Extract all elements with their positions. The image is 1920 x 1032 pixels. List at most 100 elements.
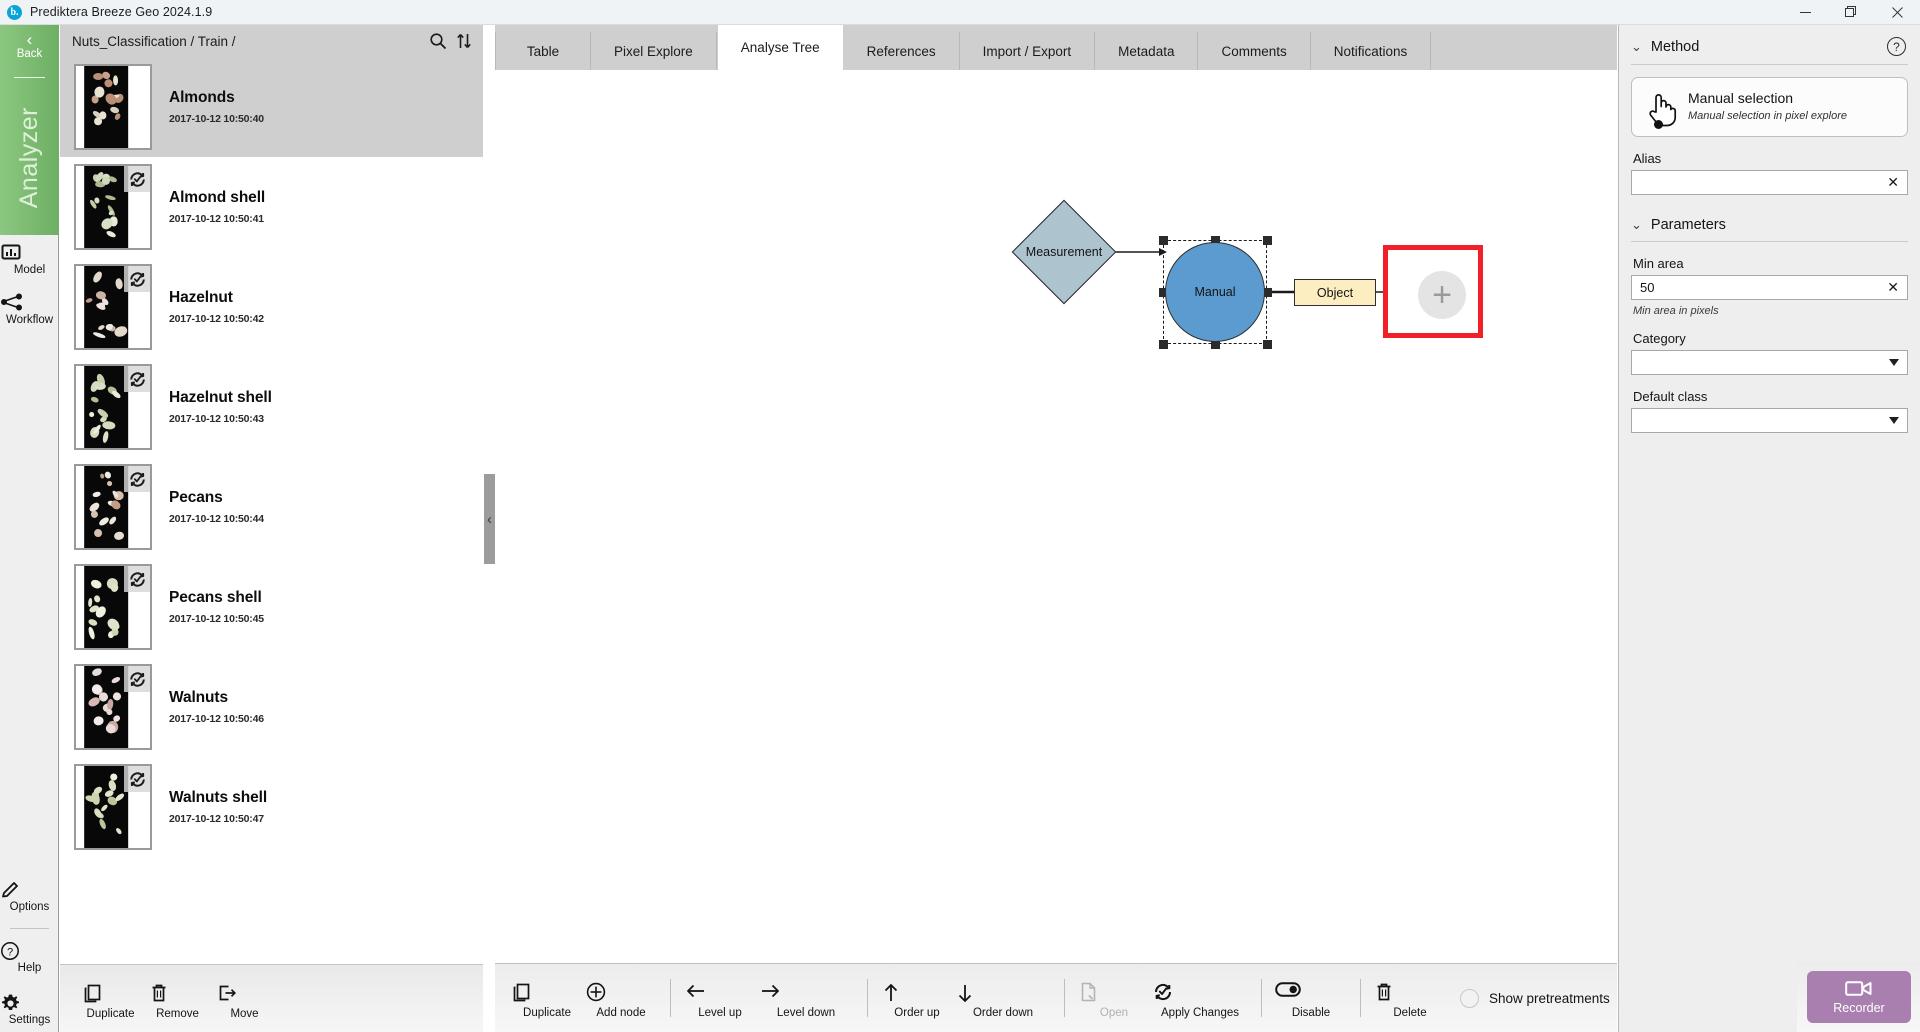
breadcrumb[interactable]: Nuts_Classification / Train / [72, 34, 236, 49]
module-name-text: Analyzer [15, 107, 43, 209]
tab-table[interactable]: Table [495, 32, 591, 70]
order-up-button[interactable]: Order up [881, 977, 953, 1019]
main-content: Table Pixel Explore Analyse Tree References… [495, 25, 1617, 1032]
list-item[interactable]: Walnuts shell 2017-10-12 10:50:47 [60, 757, 483, 857]
level-down-button[interactable]: Level down [758, 977, 854, 1019]
trash-icon [149, 982, 206, 1006]
tab-analyse-tree[interactable]: Analyse Tree [716, 25, 844, 70]
delete-button[interactable]: Delete [1374, 977, 1446, 1019]
sort-updown-icon[interactable] [456, 32, 472, 50]
list-item[interactable]: Pecans shell 2017-10-12 10:50:45 [60, 557, 483, 657]
toolbar-label: Duplicate [523, 1007, 571, 1019]
object-node[interactable] [1294, 279, 1376, 306]
sidebar-item-options[interactable]: Options [0, 880, 59, 913]
sidebar-item-help[interactable]: ? Help [0, 941, 59, 974]
level-up-button[interactable]: Level up [684, 977, 756, 1019]
toolbar-separator [1064, 979, 1065, 1017]
restore-button[interactable] [1828, 0, 1874, 25]
file-open-icon [1078, 981, 1150, 1005]
add-node-button[interactable]: Add node [585, 977, 657, 1019]
tab-label: Notifications [1333, 43, 1408, 59]
move-image-button[interactable]: Move [216, 978, 273, 1020]
sidebar-item-workflow[interactable]: Workflow [0, 293, 59, 326]
list-item-text: Walnuts 2017-10-12 10:50:46 [169, 689, 264, 725]
tab-label: Import / Export [982, 43, 1072, 59]
list-item[interactable]: Hazelnut 2017-10-12 10:50:42 [60, 257, 483, 357]
sidebar-item-model[interactable]: Model [0, 243, 59, 276]
collapse-left-panel-handle[interactable]: ‹ [484, 474, 495, 564]
duplicate-button[interactable]: Duplicate [511, 977, 583, 1019]
min-area-field[interactable]: ✕ [1631, 275, 1908, 300]
toolbar-label: Level up [698, 1007, 742, 1019]
workflow-icon [0, 293, 59, 315]
back-button[interactable]: ‹ Back [0, 31, 59, 61]
open-button: Open [1078, 977, 1150, 1019]
clear-alias-icon[interactable]: ✕ [1887, 174, 1899, 191]
method-card[interactable]: Manual selection Manual selection in pix… [1631, 77, 1908, 137]
plus-circle-icon [585, 981, 657, 1005]
toggle-circle-icon [1460, 988, 1479, 1008]
toolbar-separator [670, 979, 671, 1017]
image-thumbnail [74, 264, 152, 350]
order-down-button[interactable]: Order down [955, 977, 1051, 1019]
list-item[interactable]: Walnuts 2017-10-12 10:50:46 [60, 657, 483, 757]
alias-label: Alias [1633, 151, 1662, 166]
tab-pixel-explore[interactable]: Pixel Explore [591, 32, 717, 70]
search-icon[interactable] [429, 32, 447, 50]
list-item[interactable]: Almond shell 2017-10-12 10:50:41 [60, 157, 483, 257]
duplicate-icon [82, 982, 139, 1006]
close-button[interactable] [1874, 0, 1920, 25]
list-item[interactable]: Pecans 2017-10-12 10:50:44 [60, 457, 483, 557]
arrow-left-icon [684, 981, 756, 1005]
add-node-button[interactable]: + [1418, 271, 1466, 319]
duplicate-image-button[interactable]: Duplicate [82, 978, 139, 1020]
list-item-title: Walnuts shell [169, 789, 268, 806]
measurement-node[interactable] [1011, 199, 1117, 305]
analyse-tree-canvas[interactable]: Measurement Manual Object + [495, 70, 1617, 964]
question-icon: ? [0, 941, 59, 963]
method-status-dot [1654, 120, 1663, 129]
alias-input[interactable] [1640, 175, 1882, 190]
tab-import-export[interactable]: Import / Export [960, 32, 1096, 70]
tree-connectors [1101, 248, 1417, 297]
disable-button[interactable]: Disable [1275, 977, 1347, 1019]
list-item[interactable]: Almonds 2017-10-12 10:50:40 [60, 57, 483, 157]
refresh-check-icon [124, 566, 150, 592]
parameters-section-header[interactable]: ⌄ Parameters [1619, 195, 1920, 241]
image-list[interactable]: Almonds 2017-10-12 10:50:40 Almond shell 20… [60, 57, 483, 989]
breadcrumb-bar: Nuts_Classification / Train / [60, 25, 483, 57]
resize-handle-ne[interactable] [1263, 236, 1272, 245]
list-item-text: Pecans shell 2017-10-12 10:50:45 [169, 589, 264, 625]
minimize-button[interactable] [1782, 0, 1828, 25]
manual-node[interactable] [1165, 242, 1265, 342]
recorder-button[interactable]: Recorder [1807, 971, 1911, 1023]
category-label: Category [1633, 331, 1686, 346]
show-pretreatments-toggle[interactable]: Show pretreatments [1460, 988, 1610, 1008]
tab-notifications[interactable]: Notifications [1311, 32, 1432, 70]
sidebar-item-settings[interactable]: Settings [0, 993, 59, 1026]
category-select[interactable] [1631, 350, 1908, 375]
list-item[interactable]: Hazelnut shell 2017-10-12 10:50:43 [60, 357, 483, 457]
refresh-check-icon [124, 166, 150, 192]
help-icon[interactable]: ? [1887, 37, 1906, 56]
image-thumbnail [74, 164, 152, 250]
clear-min-area-icon[interactable]: ✕ [1887, 279, 1899, 296]
tree-toolbar: Duplicate Add node Level up Level down Order… [495, 964, 1617, 1032]
image-thumbnail [74, 564, 152, 650]
window-controls [1782, 0, 1920, 25]
default-class-select[interactable] [1631, 408, 1908, 433]
tab-references[interactable]: References [844, 32, 960, 70]
image-thumbnail [74, 464, 152, 550]
remove-image-label: Remove [156, 1007, 199, 1020]
min-area-label: Min area [1633, 256, 1684, 271]
apply-changes-button[interactable]: Apply Changes [1152, 977, 1248, 1019]
min-area-input[interactable] [1640, 280, 1882, 295]
remove-image-button[interactable]: Remove [149, 978, 206, 1020]
tab-metadata[interactable]: Metadata [1095, 32, 1199, 70]
resize-handle-sw[interactable] [1159, 340, 1168, 349]
resize-handle-se[interactable] [1263, 340, 1272, 349]
resize-handle-nw[interactable] [1159, 236, 1168, 245]
tab-comments[interactable]: Comments [1198, 32, 1311, 70]
method-section-header[interactable]: ⌄ Method ? [1619, 25, 1920, 64]
alias-field[interactable]: ✕ [1631, 170, 1908, 195]
